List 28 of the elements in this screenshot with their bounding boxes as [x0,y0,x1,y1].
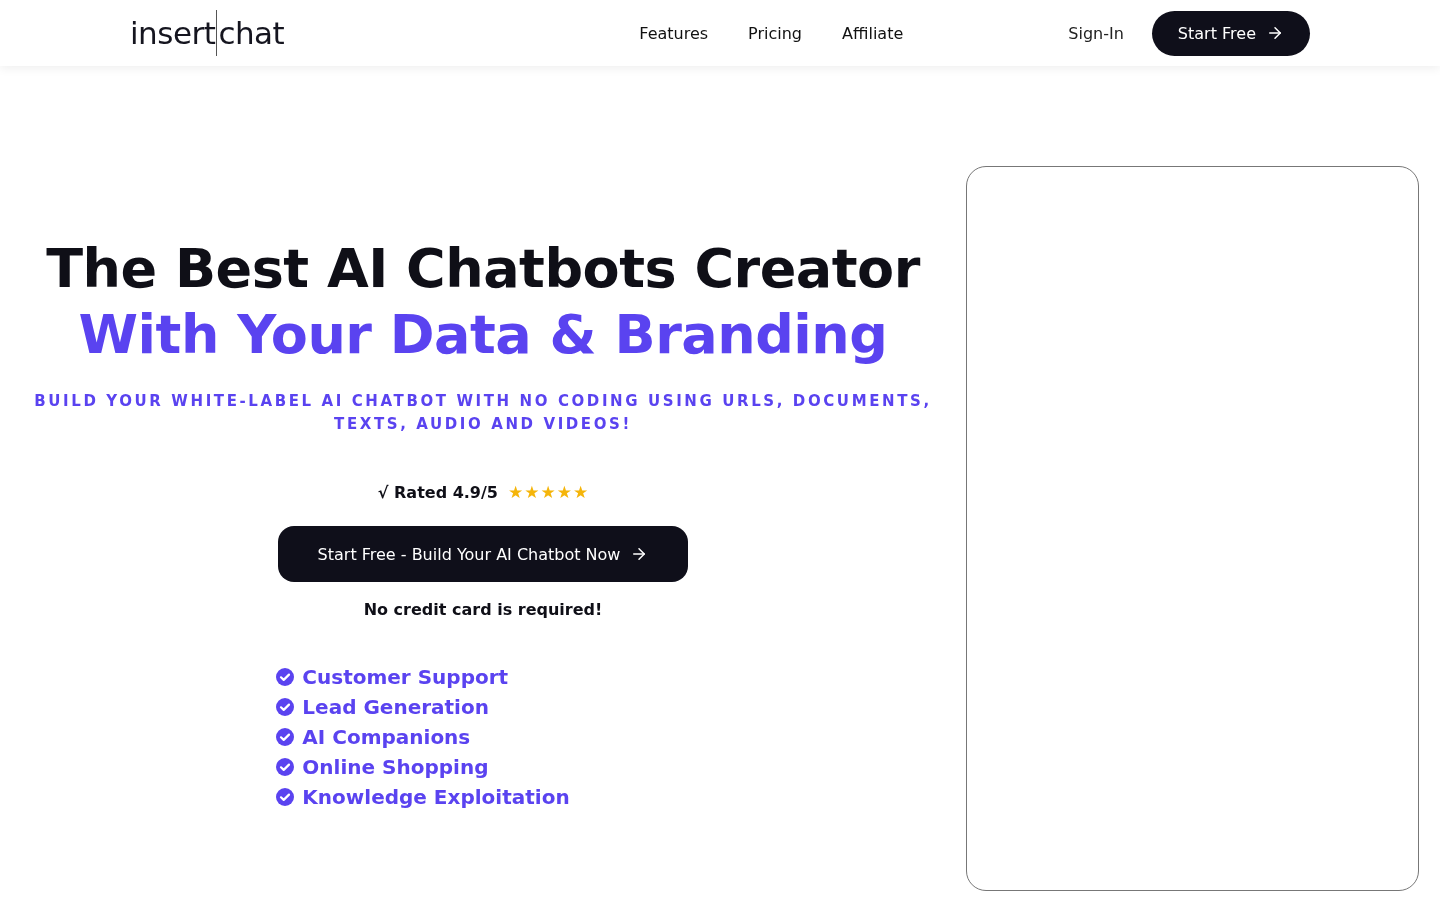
use-case-label: Knowledge Exploitation [302,785,570,809]
start-free-button[interactable]: Start Free - Build Your AI Chatbot Now [277,526,689,582]
hero-subtitle: BUILD YOUR WHITE-LABEL AI CHATBOT WITH NO CODING USING URLS, DOCUMENTS, TEXTS, AUDIO AND VIDEOS! [33,391,933,435]
nav-link[interactable]: Affiliate [842,23,904,43]
star-icon: ★ [524,482,540,502]
rating-text: √ Rated 4.9/5 [377,482,498,502]
star-icon: ★ [540,482,556,502]
nav-link[interactable]: Pricing [748,23,803,43]
no-credit-card-note: No credit card is required! [363,600,603,619]
star-icon: ★ [507,482,524,502]
nav-link[interactable]: Features [639,23,709,43]
star-icon: ★ [572,482,589,502]
check-circle-icon [276,728,295,746]
use-case-label: Customer Support [302,665,509,689]
check-circle-icon [276,698,295,716]
logo[interactable]: insertchat [130,10,285,56]
check-circle-icon [276,668,295,686]
use-case-label: Lead Generation [302,695,489,719]
hero-title: The Best AI Chatbots Creator [46,236,920,302]
use-case-label: Online Shopping [302,755,489,779]
start-free-button[interactable]: Start Free [1151,10,1310,56]
star-icon: ★ [556,482,572,502]
hero-title-accent: With Your Data & Branding [78,302,888,368]
sign-in-link[interactable]: Sign-In [1068,23,1124,43]
check-circle-icon [276,758,295,776]
use-case-label: AI Companions [302,725,471,749]
arrow-right-icon [1266,24,1284,42]
check-circle-icon [276,788,295,806]
